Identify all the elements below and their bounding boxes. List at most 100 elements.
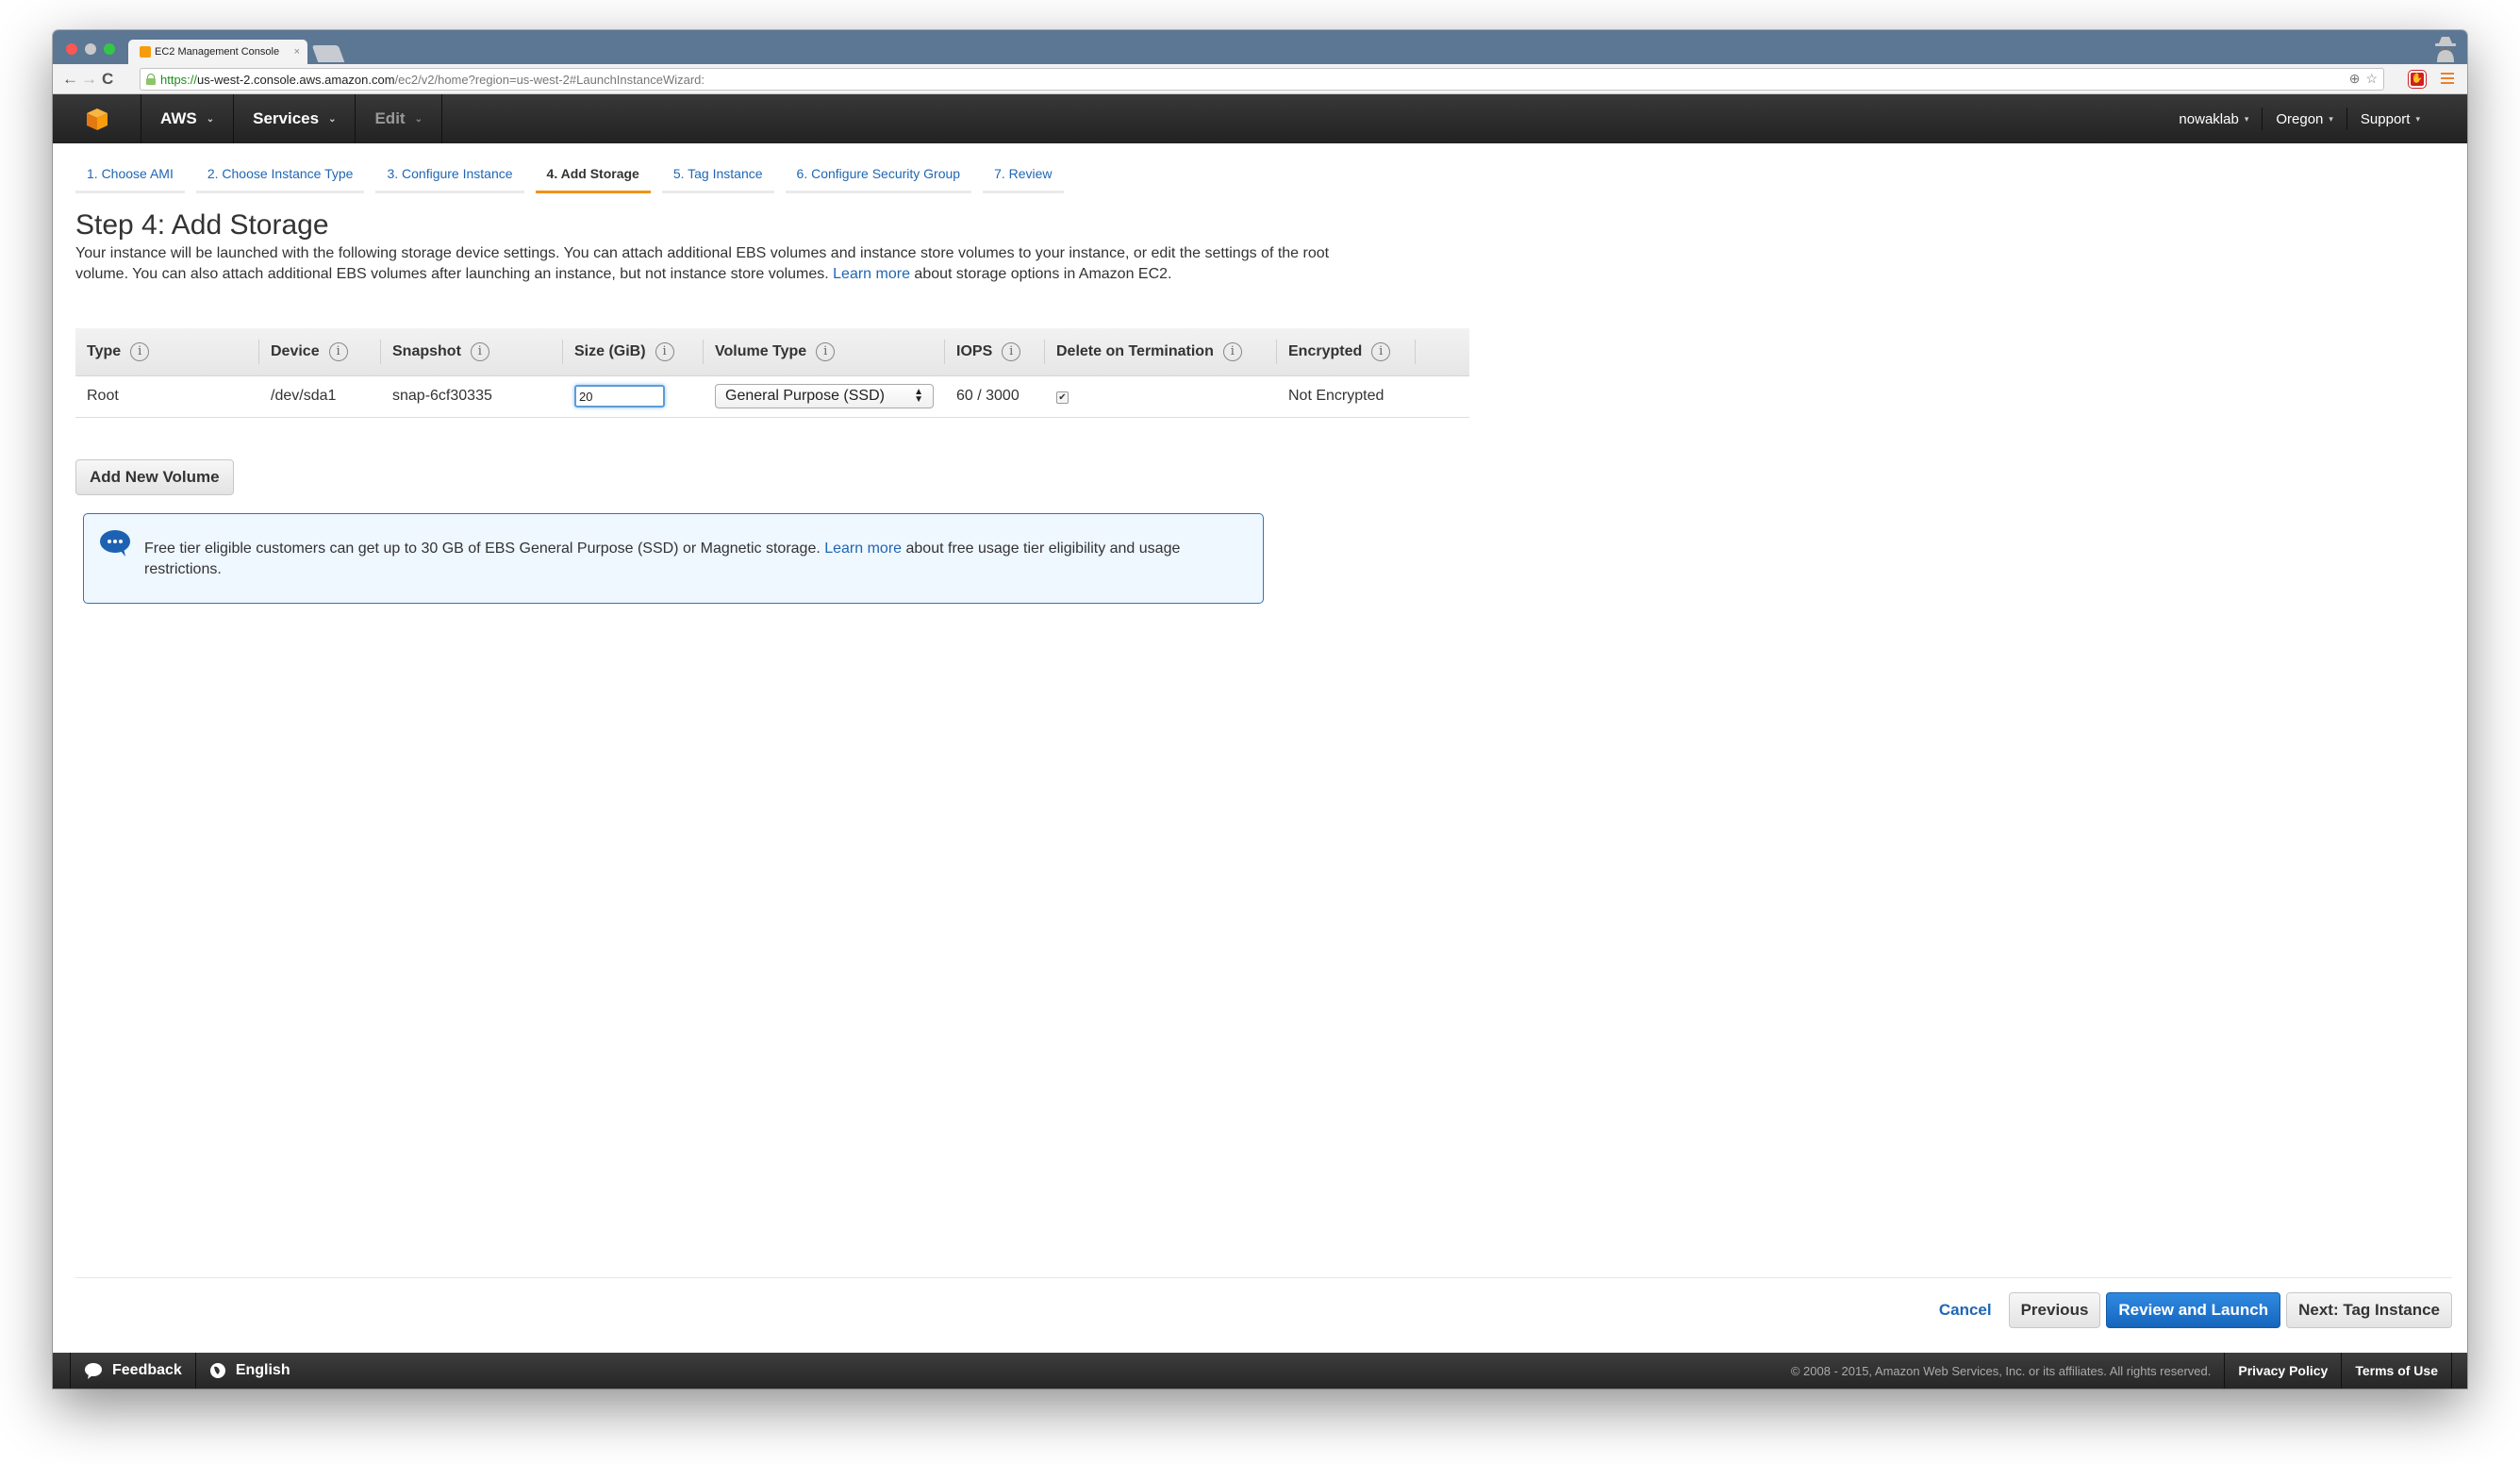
hamburger-menu-icon[interactable] [2441, 73, 2454, 84]
col-header-size: Size (GiB) i [563, 328, 704, 376]
chevron-down-icon: ⌄ [328, 113, 337, 125]
chevron-down-icon: ⌄ [414, 113, 423, 125]
aws-favicon-icon [140, 46, 151, 58]
aws-logo[interactable] [53, 94, 141, 143]
col-header-device: Device i [259, 328, 381, 376]
add-new-volume-button[interactable]: Add New Volume [75, 459, 234, 495]
terms-of-use-link[interactable]: Terms of Use [2341, 1353, 2452, 1389]
chevron-down-icon: ⌄ [206, 113, 215, 125]
page-title: Step 4: Add Storage [75, 209, 329, 241]
col-header-snapshot: Snapshot i [381, 328, 563, 376]
wizard-actions: Cancel Previous Review and Launch Next: … [1939, 1292, 2452, 1328]
feedback-bubble-icon [85, 1363, 102, 1379]
info-icon[interactable]: i [1002, 341, 1021, 361]
speech-bubble-icon [100, 530, 130, 557]
browser-tab-ec2[interactable]: EC2 Management Console × [128, 40, 307, 64]
services-menu-label: Services [253, 109, 320, 127]
step-tag-instance[interactable]: 5. Tag Instance [661, 166, 774, 193]
cell-snapshot: snap-6cf30335 [381, 375, 563, 418]
info-icon[interactable]: i [130, 341, 150, 361]
edit-menu[interactable]: Edit ⌄ [356, 94, 442, 143]
select-arrows-icon: ▲ ▼ [914, 387, 923, 405]
address-bar[interactable]: https://us-west-2.console.aws.amazon.com… [140, 68, 2384, 91]
tab-close-icon[interactable]: × [294, 46, 300, 58]
account-menu[interactable]: nowaklab ▾ [2165, 108, 2262, 130]
col-header-volume-type: Volume Type i [704, 328, 945, 376]
aws-menu-label: AWS [160, 109, 197, 127]
wizard-steps: 1. Choose AMI 2. Choose Instance Type 3.… [75, 166, 1064, 193]
adblock-icon[interactable]: ✋ [2409, 71, 2426, 88]
step-review[interactable]: 7. Review [983, 166, 1064, 193]
privacy-policy-link[interactable]: Privacy Policy [2224, 1353, 2341, 1389]
info-icon[interactable]: i [470, 341, 489, 361]
zoom-icon[interactable]: ⊕ [2349, 71, 2361, 87]
account-name: nowaklab [2179, 110, 2239, 127]
info-icon[interactable]: i [655, 341, 674, 361]
col-header-type: Type i [75, 328, 259, 376]
info-icon[interactable]: i [816, 341, 836, 361]
aws-menu[interactable]: AWS ⌄ [141, 94, 235, 143]
support-label: Support [2360, 110, 2411, 127]
next-tag-instance-button[interactable]: Next: Tag Instance [2286, 1292, 2452, 1328]
col-header-delete-on-termination: Delete on Termination i [1045, 328, 1277, 376]
storage-table: Type i Device i Snapshot i Size (GiB) i Volu… [75, 328, 1469, 418]
cell-size [563, 375, 704, 418]
info-icon[interactable]: i [1222, 341, 1242, 361]
table-header-row: Type i Device i Snapshot i Size (GiB) i Volu… [75, 328, 1469, 376]
browser-toolbar: ← → C https://us-west-2.console.aws.amaz… [53, 64, 2467, 94]
close-window-button[interactable] [66, 43, 77, 55]
volume-type-value: General Purpose (SSD) [725, 388, 885, 404]
review-and-launch-button[interactable]: Review and Launch [2106, 1292, 2281, 1328]
table-row: Root /dev/sda1 snap-6cf30335 General Pur… [75, 375, 1469, 418]
language-selector[interactable]: English [194, 1353, 304, 1389]
forward-arrow-icon[interactable]: → [81, 70, 97, 89]
step-choose-instance-type[interactable]: 2. Choose Instance Type [195, 166, 365, 193]
learn-more-free-tier-link[interactable]: Learn more [824, 541, 902, 557]
minimize-window-button[interactable] [85, 43, 96, 55]
tab-title: EC2 Management Console [155, 46, 280, 58]
divider [75, 1277, 2452, 1278]
step-choose-ami[interactable]: 1. Choose AMI [75, 166, 185, 193]
info-icon[interactable]: i [1371, 341, 1391, 361]
aws-cube-icon [86, 108, 108, 130]
step-configure-security-group[interactable]: 6. Configure Security Group [785, 166, 972, 193]
region-name: Oregon [2276, 110, 2324, 127]
region-menu[interactable]: Oregon ▾ [2262, 108, 2346, 130]
cell-iops: 60 / 3000 [945, 375, 1045, 418]
url-host: us-west-2.console.aws.amazon.com [197, 72, 395, 87]
feedback-link[interactable]: Feedback [70, 1353, 195, 1389]
url-path: /ec2/v2/home?region=us-west-2#LaunchInst… [394, 72, 705, 87]
reload-icon[interactable]: C [102, 70, 113, 89]
volume-type-select[interactable]: General Purpose (SSD) ▲ ▼ [715, 384, 934, 408]
copyright-text: © 2008 - 2015, Amazon Web Services, Inc.… [1790, 1363, 2212, 1378]
cell-volume-type: General Purpose (SSD) ▲ ▼ [704, 375, 945, 418]
step-add-storage[interactable]: 4. Add Storage [535, 166, 651, 193]
incognito-icon [2435, 37, 2456, 62]
size-input[interactable] [574, 385, 665, 408]
delete-on-termination-checkbox[interactable]: ✔ [1056, 391, 1069, 404]
cancel-link[interactable]: Cancel [1939, 1301, 1992, 1320]
globe-icon [209, 1363, 225, 1378]
bookmark-star-icon[interactable]: ☆ [2365, 71, 2378, 87]
info-icon[interactable]: i [328, 341, 348, 361]
cell-type: Root [75, 375, 259, 418]
page-footer: Feedback English © 2008 - 2015, Amazon W… [53, 1353, 2467, 1389]
intro-text: Your instance will be launched with the … [75, 243, 1330, 285]
back-arrow-icon[interactable]: ← [62, 70, 78, 89]
support-menu[interactable]: Support ▾ [2346, 108, 2433, 130]
maximize-window-button[interactable] [104, 43, 115, 55]
previous-button[interactable]: Previous [2008, 1292, 2101, 1328]
url-scheme: https:// [160, 72, 198, 87]
services-menu[interactable]: Services ⌄ [234, 94, 356, 143]
learn-more-storage-link[interactable]: Learn more [833, 266, 910, 282]
free-tier-notice: Free tier eligible customers can get up … [83, 513, 1264, 604]
new-tab-button[interactable] [311, 45, 345, 62]
intro-text-after: about storage options in Amazon EC2. [909, 266, 1172, 282]
free-tier-text: Free tier eligible customers can get up … [144, 541, 1181, 577]
caret-down-icon: ▾ [2244, 113, 2249, 124]
caret-down-icon: ▾ [2329, 113, 2333, 124]
step-configure-instance[interactable]: 3. Configure Instance [375, 166, 524, 193]
cell-encrypted: Not Encrypted [1277, 375, 1469, 418]
cell-delete-on-termination: ✔ [1045, 375, 1277, 418]
col-header-encrypted: Encrypted i [1277, 328, 1469, 376]
